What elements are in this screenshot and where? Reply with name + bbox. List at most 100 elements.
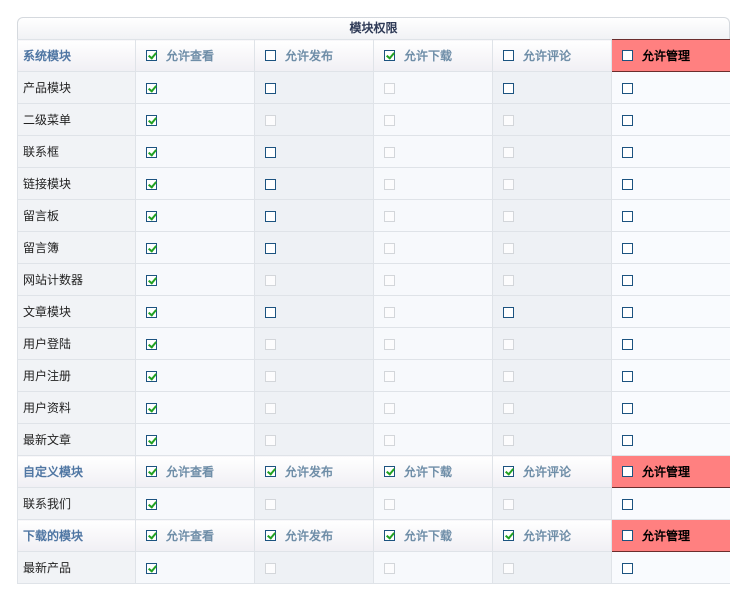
group-manage-checkbox[interactable] bbox=[622, 50, 633, 61]
group-view-checkbox[interactable] bbox=[146, 466, 157, 477]
module-row: 产品模块 bbox=[17, 71, 730, 104]
group-publish-checkbox[interactable] bbox=[265, 466, 276, 477]
perm-cell-comment bbox=[492, 327, 612, 360]
perm-cell-manage bbox=[611, 199, 730, 232]
manage-checkbox[interactable] bbox=[622, 178, 633, 190]
publish-checkbox[interactable] bbox=[265, 146, 276, 158]
publish-checkbox[interactable] bbox=[265, 210, 276, 222]
module-row: 最新文章 bbox=[17, 423, 730, 456]
manage-checkbox[interactable] bbox=[622, 210, 633, 222]
manage-checkbox[interactable] bbox=[622, 434, 633, 446]
view-checkbox[interactable] bbox=[146, 82, 157, 94]
perm-cell-publish bbox=[254, 199, 374, 232]
group-publish-checkbox[interactable] bbox=[265, 530, 276, 541]
download-checkbox bbox=[384, 434, 395, 446]
perm-cell-publish bbox=[254, 391, 374, 424]
download-checkbox bbox=[384, 274, 395, 286]
publish-checkbox[interactable] bbox=[265, 178, 276, 190]
group-header-row: 下载的模块 允许查看 允许发布 允许下载 允许评论 允许管理 bbox=[17, 519, 730, 552]
manage-checkbox[interactable] bbox=[622, 146, 633, 158]
perm-label-view: 允许查看 bbox=[166, 465, 215, 479]
publish-checkbox[interactable] bbox=[265, 82, 276, 94]
download-checkbox bbox=[384, 402, 395, 414]
view-checkbox[interactable] bbox=[146, 434, 157, 446]
comment-checkbox[interactable] bbox=[503, 82, 514, 94]
comment-checkbox bbox=[503, 370, 514, 382]
module-row: 留言簿 bbox=[17, 231, 730, 264]
perm-cell-comment bbox=[492, 135, 612, 168]
perm-cell-publish bbox=[254, 263, 374, 296]
perm-label-manage: 允许管理 bbox=[642, 529, 691, 543]
module-name: 文章模块 bbox=[17, 295, 136, 328]
perm-cell-download bbox=[373, 71, 493, 104]
comment-checkbox[interactable] bbox=[503, 306, 514, 318]
group-view-checkbox[interactable] bbox=[146, 530, 157, 541]
perm-cell-manage bbox=[611, 231, 730, 264]
view-checkbox[interactable] bbox=[146, 242, 157, 254]
group-manage-checkbox[interactable] bbox=[622, 530, 633, 541]
module-name: 网站计数器 bbox=[17, 263, 136, 296]
perm-label-download: 允许下载 bbox=[404, 49, 453, 63]
group-perm-download: 允许下载 bbox=[373, 455, 493, 488]
manage-checkbox[interactable] bbox=[622, 498, 633, 510]
perm-cell-manage bbox=[611, 327, 730, 360]
publish-checkbox bbox=[265, 402, 276, 414]
module-row: 留言板 bbox=[17, 199, 730, 232]
group-comment-checkbox[interactable] bbox=[503, 50, 514, 61]
publish-checkbox bbox=[265, 114, 276, 126]
perm-cell-publish bbox=[254, 71, 374, 104]
view-checkbox[interactable] bbox=[146, 146, 157, 158]
view-checkbox[interactable] bbox=[146, 370, 157, 382]
group-comment-checkbox[interactable] bbox=[503, 530, 514, 541]
manage-checkbox[interactable] bbox=[622, 82, 633, 94]
group-comment-checkbox[interactable] bbox=[503, 466, 514, 477]
publish-checkbox[interactable] bbox=[265, 306, 276, 318]
perm-cell-comment bbox=[492, 263, 612, 296]
perm-cell-manage bbox=[611, 423, 730, 456]
view-checkbox[interactable] bbox=[146, 402, 157, 414]
module-name: 用户登陆 bbox=[17, 327, 136, 360]
permissions-table-body: 系统模块 允许查看 允许发布 允许下载 允许评论 允许管理 产品模块 二级菜单 联系框 链接模块留… bbox=[17, 39, 730, 584]
group-view-checkbox[interactable] bbox=[146, 50, 157, 61]
module-row: 用户资料 bbox=[17, 391, 730, 424]
publish-checkbox[interactable] bbox=[265, 242, 276, 254]
manage-checkbox[interactable] bbox=[622, 306, 633, 318]
perm-cell-view bbox=[135, 135, 255, 168]
perm-cell-view bbox=[135, 103, 255, 136]
download-checkbox bbox=[384, 562, 395, 574]
manage-checkbox[interactable] bbox=[622, 274, 633, 286]
publish-checkbox bbox=[265, 274, 276, 286]
group-download-checkbox[interactable] bbox=[384, 530, 395, 541]
view-checkbox[interactable] bbox=[146, 306, 157, 318]
view-checkbox[interactable] bbox=[146, 178, 157, 190]
perm-cell-download bbox=[373, 263, 493, 296]
group-download-checkbox[interactable] bbox=[384, 50, 395, 61]
perm-cell-publish bbox=[254, 551, 374, 584]
perm-cell-download bbox=[373, 391, 493, 424]
group-publish-checkbox[interactable] bbox=[265, 50, 276, 61]
perm-cell-manage bbox=[611, 263, 730, 296]
group-name: 系统模块 bbox=[17, 39, 136, 72]
module-permissions-panel: 模块权限 系统模块 允许查看 允许发布 允许下载 允许评论 允许管理 产品模块 二级菜单 联系框… bbox=[17, 17, 730, 585]
perm-cell-manage bbox=[611, 359, 730, 392]
group-perm-manage: 允许管理 bbox=[611, 455, 730, 488]
view-checkbox[interactable] bbox=[146, 210, 157, 222]
manage-checkbox[interactable] bbox=[622, 242, 633, 254]
perm-cell-publish bbox=[254, 231, 374, 264]
view-checkbox[interactable] bbox=[146, 562, 157, 574]
view-checkbox[interactable] bbox=[146, 498, 157, 510]
manage-checkbox[interactable] bbox=[622, 114, 633, 126]
perm-cell-view bbox=[135, 231, 255, 264]
view-checkbox[interactable] bbox=[146, 338, 157, 350]
manage-checkbox[interactable] bbox=[622, 562, 633, 574]
perm-cell-comment bbox=[492, 71, 612, 104]
group-manage-checkbox[interactable] bbox=[622, 466, 633, 477]
perm-cell-view bbox=[135, 327, 255, 360]
view-checkbox[interactable] bbox=[146, 274, 157, 286]
manage-checkbox[interactable] bbox=[622, 338, 633, 350]
view-checkbox[interactable] bbox=[146, 114, 157, 126]
group-download-checkbox[interactable] bbox=[384, 466, 395, 477]
manage-checkbox[interactable] bbox=[622, 402, 633, 414]
perm-label-manage: 允许管理 bbox=[642, 465, 691, 479]
manage-checkbox[interactable] bbox=[622, 370, 633, 382]
